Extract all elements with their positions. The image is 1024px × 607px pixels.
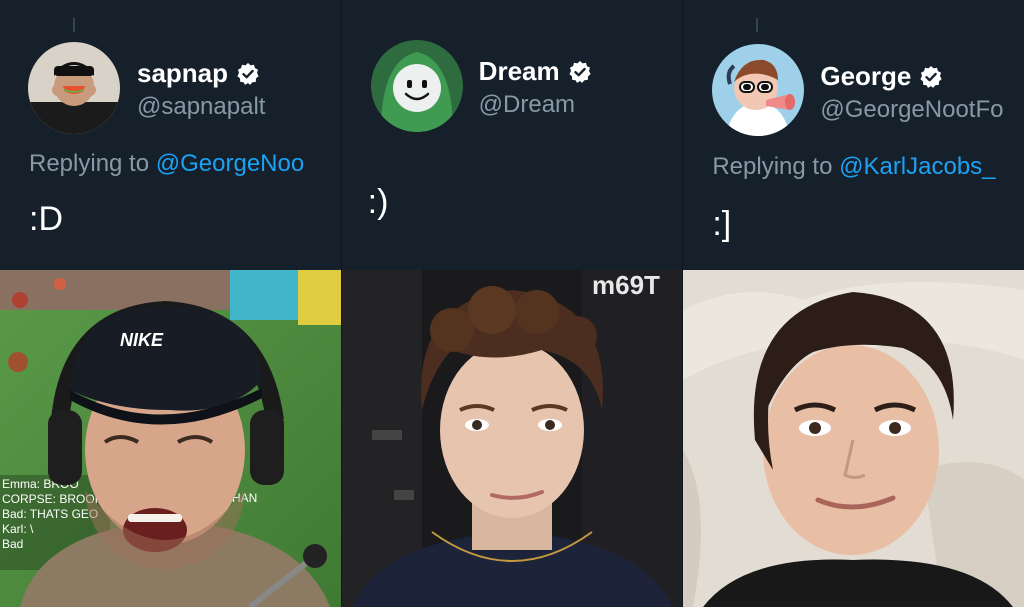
chat-line: Karl: \ xyxy=(2,522,34,536)
tweet-grid: sapnap @sapnapalt Replying to @GeorgeNoo… xyxy=(0,0,1024,607)
verified-badge-icon xyxy=(569,60,591,83)
replying-to-line: Replying to @KarlJacobs_ xyxy=(712,153,995,181)
avatar[interactable] xyxy=(370,40,463,132)
chat-line: Bad: THATS GEO xyxy=(2,507,98,521)
mention-link[interactable]: @KarlJacobs_ xyxy=(839,153,995,180)
watermelon-avatar-icon xyxy=(28,42,120,134)
tweet-photo[interactable] xyxy=(683,270,1024,607)
tweet-text: :] xyxy=(712,205,732,243)
background-sign-text: m69T xyxy=(592,270,660,300)
author-name[interactable]: sapnap xyxy=(137,58,228,89)
tweet-card-george[interactable]: George @GeorgeNootFo Replying to @KarlJa… xyxy=(682,0,1024,607)
tweet-photo[interactable]: Emma: BROO CORPSE: BROOI Bad: THATS GEO … xyxy=(0,270,341,607)
tweet-header: George @GeorgeNootFo Replying to @KarlJa… xyxy=(683,0,1024,270)
author-handle[interactable]: @sapnapalt xyxy=(137,93,265,121)
author-name[interactable]: George xyxy=(820,61,911,92)
tweet-card-dream[interactable]: Dream @Dream :) m69T xyxy=(340,0,683,607)
thread-line xyxy=(73,18,75,32)
avatar[interactable] xyxy=(712,44,805,136)
author-handle[interactable]: @GeorgeNootFo xyxy=(820,96,1003,124)
tweet-text: :D xyxy=(29,200,63,238)
author-name[interactable]: Dream xyxy=(479,56,560,87)
thread-line xyxy=(756,18,759,32)
person-smirk-photo: m69T xyxy=(341,270,683,607)
author-name-row: Dream xyxy=(479,56,592,87)
chat-line: CORPSE: BROOI xyxy=(2,492,98,506)
tweet-photo[interactable]: m69T xyxy=(341,270,683,607)
cap-logo-text: NIKE xyxy=(120,330,164,350)
replying-to-line: Replying to @GeorgeNoo xyxy=(29,150,304,178)
tweet-header: Dream @Dream :) xyxy=(341,0,683,270)
replying-prefix: Replying to xyxy=(29,150,150,177)
smiley-mask-avatar-icon xyxy=(370,40,463,132)
cartoon-sunglasses-avatar-icon xyxy=(712,44,805,136)
replying-prefix: Replying to xyxy=(712,153,833,180)
mention-link[interactable]: @GeorgeNoo xyxy=(156,150,304,177)
person-laughing-headset-photo: Emma: BROO CORPSE: BROOI Bad: THATS GEO … xyxy=(0,270,341,607)
author-handle[interactable]: @Dream xyxy=(479,91,575,119)
avatar[interactable] xyxy=(28,42,120,134)
tweet-text: :) xyxy=(367,183,389,221)
author-name-row: sapnap xyxy=(137,58,260,89)
tweet-card-sapnap[interactable]: sapnap @sapnapalt Replying to @GeorgeNoo… xyxy=(0,0,341,607)
chat-line: Bad xyxy=(2,537,23,551)
author-name-row: George xyxy=(820,61,943,92)
tweet-header: sapnap @sapnapalt Replying to @GeorgeNoo… xyxy=(0,0,341,270)
person-selfie-bed-photo xyxy=(683,270,1024,607)
verified-badge-icon xyxy=(920,65,942,88)
verified-badge-icon xyxy=(237,62,259,85)
